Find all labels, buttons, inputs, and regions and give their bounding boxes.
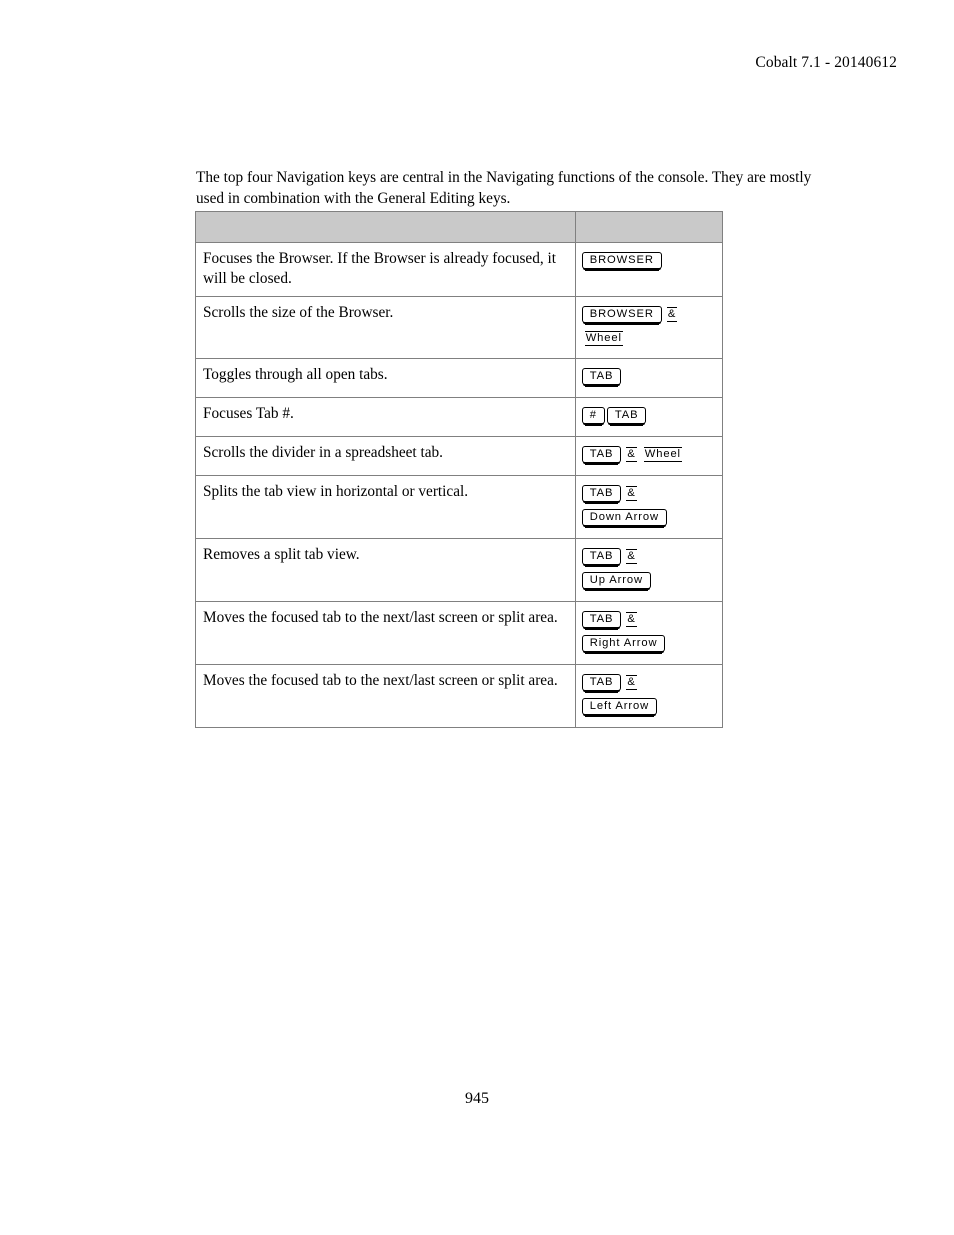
shortcut-description: Focuses Tab #. — [195, 397, 576, 437]
key-combination-line: BROWSER & — [581, 304, 716, 327]
key-combination-line: TAB — [581, 366, 716, 389]
key-combination-line: Wheel — [582, 328, 716, 350]
keycap: Left Arrow — [581, 698, 658, 717]
keycap: Right Arrow — [581, 635, 666, 654]
keycap: BROWSER — [581, 306, 662, 325]
key-combination-line: TAB & — [581, 546, 716, 569]
key-combiner: & — [666, 307, 678, 322]
shortcut-description: Moves the focused tab to the next/last s… — [195, 601, 576, 665]
keycap: Up Arrow — [581, 572, 651, 591]
shortcut-keys: # TAB — [574, 397, 724, 437]
table-body: Focuses the Browser. If the Browser is a… — [195, 242, 724, 728]
table-row: Scrolls the divider in a spreadsheet tab… — [195, 436, 724, 476]
intro-paragraph: The top four Navigation keys are central… — [196, 169, 812, 208]
keycap: BROWSER — [581, 252, 662, 271]
shortcut-description: Removes a split tab view. — [195, 538, 576, 602]
key-combination-line: BROWSER — [581, 250, 716, 273]
keycap: TAB — [581, 674, 622, 693]
key-combination-line: Left Arrow — [581, 696, 716, 719]
shortcut-description: Toggles through all open tabs. — [195, 358, 576, 398]
table-header-row — [195, 211, 724, 243]
running-head: Cobalt 7.1 - 20140612 — [755, 54, 897, 71]
shortcut-keys: TAB & Up Arrow — [574, 538, 724, 602]
key-combination-line: TAB & — [581, 483, 716, 506]
column-header-keys — [574, 211, 724, 243]
keycap: TAB — [581, 446, 622, 465]
key-combiner: & — [626, 675, 637, 690]
table-row: Splits the tab view in horizontal or ver… — [195, 475, 724, 539]
keycap: Down Arrow — [581, 509, 668, 528]
table-row: Moves the focused tab to the next/last s… — [195, 601, 724, 665]
shortcut-description: Focuses the Browser. If the Browser is a… — [195, 242, 576, 297]
shortcut-keys: BROWSER — [574, 242, 724, 297]
table-row: Focuses Tab #. # TAB — [195, 397, 724, 437]
keycap: TAB — [581, 611, 622, 630]
keycap: TAB — [606, 407, 647, 426]
navigation-keys-table: Focuses the Browser. If the Browser is a… — [195, 211, 724, 728]
keycap: TAB — [581, 368, 622, 387]
shortcut-description: Scrolls the divider in a spreadsheet tab… — [195, 436, 576, 476]
table-row: Moves the focused tab to the next/last s… — [195, 664, 724, 728]
shortcut-keys: TAB — [574, 358, 724, 398]
shortcut-description: Scrolls the size of the Browser. — [195, 296, 576, 359]
key-combiner: Wheel — [584, 331, 623, 346]
key-combination-line: Up Arrow — [581, 570, 716, 593]
key-combination-line: Right Arrow — [581, 633, 716, 656]
shortcut-description: Splits the tab view in horizontal or ver… — [195, 475, 576, 539]
table-row: Scrolls the size of the Browser. BROWSER &… — [195, 296, 724, 359]
key-combination-line: TAB & — [581, 672, 716, 695]
key-combination-line: TAB & — [581, 609, 716, 632]
page-number: 945 — [465, 1090, 489, 1107]
table-row: Toggles through all open tabs. TAB — [195, 358, 724, 398]
key-combination-line: # TAB — [581, 405, 716, 428]
key-combiner: & — [626, 612, 637, 627]
key-combination-line: Down Arrow — [581, 507, 716, 530]
key-combiner: & — [626, 447, 637, 462]
keycap: # — [581, 407, 605, 426]
table-row: Removes a split tab view. TAB & Up Arrow — [195, 538, 724, 602]
shortcut-keys: BROWSER & Wheel — [574, 296, 724, 359]
shortcut-description: Moves the focused tab to the next/last s… — [195, 664, 576, 728]
key-combination-line: TAB & Wheel — [581, 444, 716, 467]
keycap: TAB — [581, 485, 622, 504]
shortcut-keys: TAB & Down Arrow — [574, 475, 724, 539]
key-combiner: & — [626, 486, 637, 501]
shortcut-keys: TAB & Left Arrow — [574, 664, 724, 728]
column-header-description — [195, 211, 576, 243]
shortcut-keys: TAB & Wheel — [574, 436, 724, 476]
key-combiner: & — [626, 549, 637, 564]
shortcut-keys: TAB & Right Arrow — [574, 601, 724, 665]
key-combiner: Wheel — [643, 447, 682, 462]
table-row: Focuses the Browser. If the Browser is a… — [195, 242, 724, 297]
keycap: TAB — [581, 548, 622, 567]
